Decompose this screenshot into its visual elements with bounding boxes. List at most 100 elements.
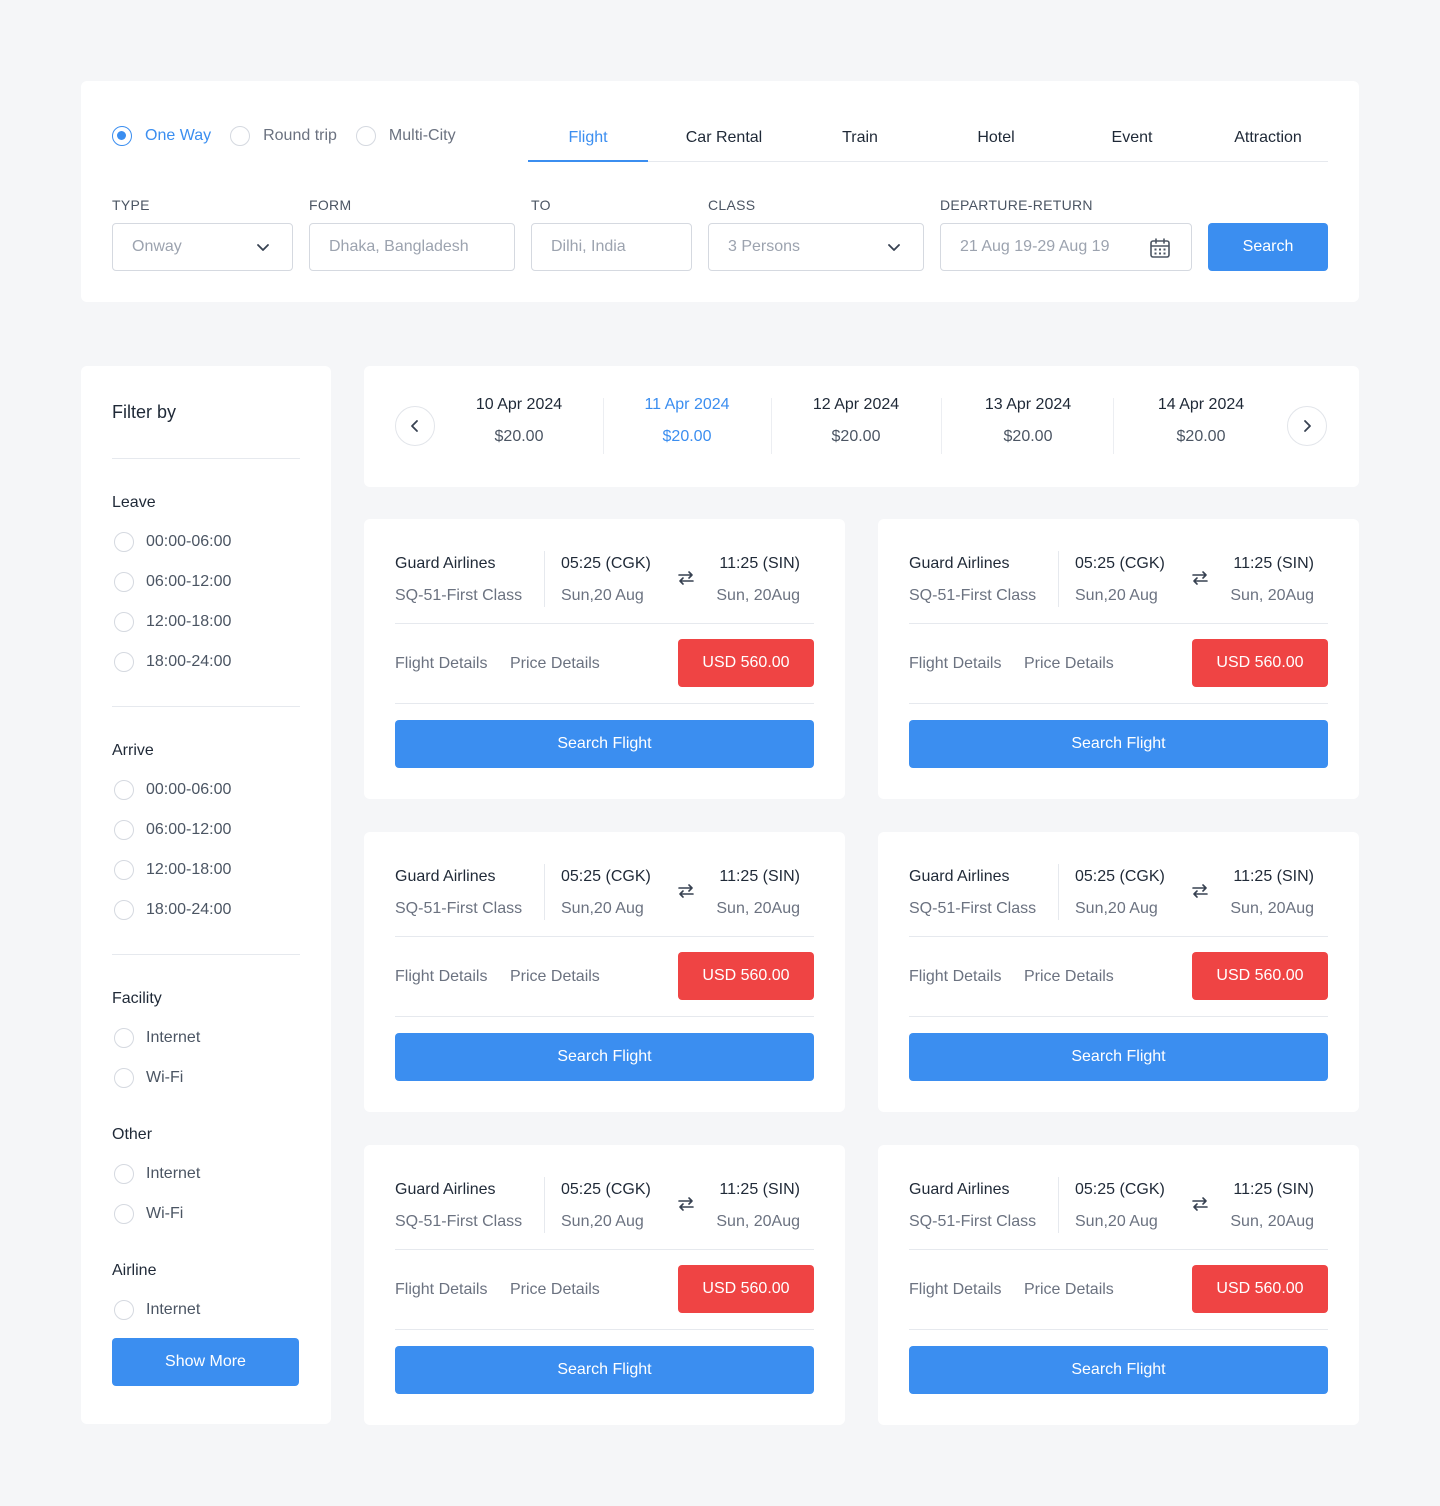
radio-button[interactable] [114, 1300, 134, 1320]
tab-flight[interactable]: Flight [528, 114, 648, 162]
search-flight-button[interactable]: Search Flight [395, 720, 814, 768]
price-details-link[interactable]: Price Details [510, 1281, 600, 1299]
divider [395, 1329, 814, 1330]
radio-button[interactable] [114, 1068, 134, 1088]
type-select[interactable]: Onway [112, 223, 293, 271]
show-more-button[interactable]: Show More [112, 1338, 299, 1386]
tab-event[interactable]: Event [1072, 114, 1192, 161]
filter-option-label: Wi-Fi [146, 1069, 184, 1086]
calendar-icon[interactable] [1149, 237, 1171, 259]
type-value: Onway [132, 238, 182, 255]
flight-details-link[interactable]: Flight Details [909, 655, 1001, 673]
filter-option-arrive[interactable]: 00:00-06:00 [114, 780, 231, 800]
airline-name: Guard Airlines [909, 868, 1010, 885]
category-tabs: Flight Car Rental Train Hotel Event Attr… [528, 114, 1328, 162]
radio-button[interactable] [112, 126, 132, 146]
radio-button[interactable] [114, 612, 134, 632]
filter-option-airline[interactable]: Internet [114, 1300, 200, 1320]
price-badge[interactable]: USD 560.00 [1192, 1265, 1328, 1313]
filter-heading-airline: Airline [112, 1262, 157, 1279]
prev-date-button[interactable] [395, 406, 435, 446]
date-option[interactable]: 13 Apr 2024 $20.00 [968, 396, 1088, 446]
flight-details-link[interactable]: Flight Details [395, 655, 487, 673]
price-badge[interactable]: USD 560.00 [1192, 952, 1328, 1000]
filter-heading-leave: Leave [112, 494, 156, 511]
date-label: 14 Apr 2024 [1157, 396, 1245, 413]
from-field[interactable]: Dhaka, Bangladesh [309, 223, 515, 271]
flight-class: SQ-51-First Class [395, 587, 523, 604]
search-flight-button[interactable]: Search Flight [909, 1033, 1328, 1081]
radio-button[interactable] [114, 1028, 134, 1048]
radio-button[interactable] [114, 532, 134, 552]
filter-option-arrive[interactable]: 18:00-24:00 [114, 900, 231, 920]
class-select[interactable]: 3 Persons [708, 223, 924, 271]
date-label: 12 Apr 2024 [812, 396, 900, 413]
radio-button[interactable] [114, 780, 134, 800]
search-flight-button[interactable]: Search Flight [909, 720, 1328, 768]
price-details-link[interactable]: Price Details [1024, 1281, 1114, 1299]
tab-train[interactable]: Train [800, 114, 920, 161]
radio-button[interactable] [114, 572, 134, 592]
flight-details-link[interactable]: Flight Details [395, 1281, 487, 1299]
trip-type-round-trip[interactable]: Round trip [230, 126, 337, 146]
date-option[interactable]: 14 Apr 2024 $20.00 [1141, 396, 1261, 446]
tab-car-rental[interactable]: Car Rental [664, 114, 784, 161]
search-flight-button[interactable]: Search Flight [395, 1033, 814, 1081]
radio-button[interactable] [114, 820, 134, 840]
radio-button[interactable] [230, 126, 251, 146]
trip-type-multi-city[interactable]: Multi-City [355, 126, 456, 146]
radio-button[interactable] [114, 1164, 134, 1184]
filter-option-leave[interactable]: 12:00-18:00 [114, 612, 231, 632]
filter-option-leave[interactable]: 06:00-12:00 [114, 572, 231, 592]
flight-details-link[interactable]: Flight Details [909, 968, 1001, 986]
radio-button[interactable] [355, 126, 376, 146]
price-details-link[interactable]: Price Details [1024, 655, 1114, 673]
radio-button[interactable] [114, 1204, 134, 1224]
filter-option-arrive[interactable]: 06:00-12:00 [114, 820, 231, 840]
price-details-link[interactable]: Price Details [510, 968, 600, 986]
trip-type-one-way[interactable]: One Way [112, 126, 211, 146]
divider [1058, 551, 1059, 607]
filter-option-facility[interactable]: Internet [114, 1028, 200, 1048]
radio-button[interactable] [114, 652, 134, 672]
filter-option-label: 06:00-12:00 [146, 821, 232, 838]
filter-option-other[interactable]: Wi-Fi [114, 1204, 183, 1224]
date-option-selected[interactable]: 11 Apr 2024 $20.00 [627, 396, 747, 446]
filter-option-other[interactable]: Internet [114, 1164, 200, 1184]
tab-attraction[interactable]: Attraction [1208, 114, 1328, 161]
date-price: $20.00 [494, 428, 544, 445]
to-field[interactable]: Dilhi, India [531, 223, 692, 271]
filter-option-leave[interactable]: 18:00-24:00 [114, 652, 231, 672]
arrival-date: Sun, 20Aug [1230, 587, 1314, 604]
search-flight-button[interactable]: Search Flight [909, 1346, 1328, 1394]
date-option[interactable]: 12 Apr 2024 $20.00 [796, 396, 916, 446]
price-details-link[interactable]: Price Details [1024, 968, 1114, 986]
search-flight-button[interactable]: Search Flight [395, 1346, 814, 1394]
divider [395, 936, 814, 937]
flight-details-link[interactable]: Flight Details [909, 1281, 1001, 1299]
price-badge[interactable]: USD 560.00 [678, 639, 814, 687]
filter-option-facility[interactable]: Wi-Fi [114, 1068, 183, 1088]
filter-option-label: 00:00-06:00 [146, 533, 232, 550]
divider [909, 1249, 1328, 1250]
price-details-link[interactable]: Price Details [510, 655, 600, 673]
filter-option-leave[interactable]: 00:00-06:00 [114, 532, 231, 552]
next-date-button[interactable] [1287, 406, 1327, 446]
filter-option-label: 18:00-24:00 [146, 901, 232, 918]
chevron-left-icon [411, 420, 418, 432]
filter-option-arrive[interactable]: 12:00-18:00 [114, 860, 231, 880]
flight-card: Guard Airlines SQ-51-First Class 05:25 (… [364, 1145, 845, 1425]
flight-details-link[interactable]: Flight Details [395, 968, 487, 986]
date-option[interactable]: 10 Apr 2024 $20.00 [459, 396, 579, 446]
price-badge[interactable]: USD 560.00 [1192, 639, 1328, 687]
radio-button[interactable] [114, 860, 134, 880]
radio-button[interactable] [114, 900, 134, 920]
price-badge[interactable]: USD 560.00 [678, 952, 814, 1000]
tab-hotel[interactable]: Hotel [936, 114, 1056, 161]
price-badge[interactable]: USD 560.00 [678, 1265, 814, 1313]
date-range-field[interactable]: 21 Aug 19-29 Aug 19 [940, 223, 1192, 271]
departure-time: 05:25 (CGK) [1075, 868, 1165, 885]
arrival-time: 11:25 (SIN) [1233, 555, 1314, 572]
arrival-time: 11:25 (SIN) [719, 868, 800, 885]
search-button[interactable]: Search [1208, 223, 1328, 271]
